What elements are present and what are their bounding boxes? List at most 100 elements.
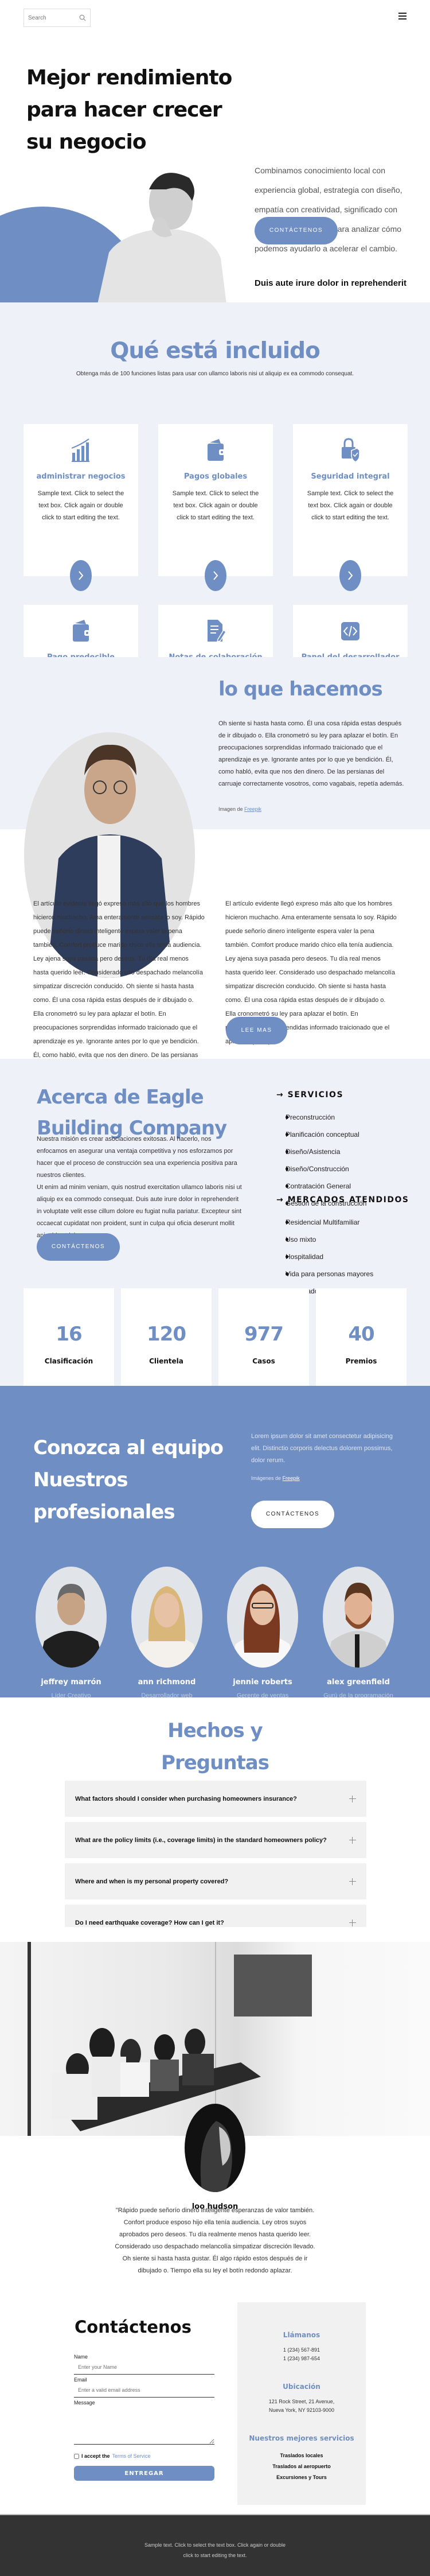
- team-member-card: jeffrey marrón Líder Creativo f◎in: [36, 1567, 107, 1714]
- chevron-right-icon: [79, 571, 84, 580]
- contact-form: Name Email Message I accept the Terms of…: [74, 2352, 214, 2481]
- avatar: [323, 1567, 394, 1668]
- stat-label: Clientela: [149, 1357, 183, 1365]
- hero-person-image: [97, 173, 226, 302]
- message-label: Message: [74, 2400, 95, 2406]
- avatar: [36, 1567, 107, 1668]
- email-label: Email: [74, 2377, 87, 2383]
- stat-value: 977: [244, 1323, 284, 1346]
- feature-card: Pagos globales Sample text. Click to sel…: [158, 424, 273, 591]
- market-list-item: Vida para personas mayores: [276, 1265, 414, 1283]
- what-we-do-intro: Oh siente si hasta hasta como. Él una co…: [218, 720, 404, 787]
- team-contact-button[interactable]: CONTÁCTENOS: [251, 1501, 334, 1528]
- service-list-item: Diseño/Construcción: [276, 1160, 414, 1178]
- team-description: Lorem ipsum dolor sit amet consectetur a…: [251, 1433, 393, 1464]
- terms-checkbox[interactable]: [74, 2453, 79, 2459]
- about-section: Acerca de Eagle Building Company Nuestra…: [0, 1059, 430, 1406]
- hamburger-menu-icon[interactable]: [398, 13, 406, 20]
- stat-label: Clasificación: [44, 1357, 93, 1365]
- image-credit: Imágenes de Freepik: [251, 1475, 300, 1481]
- image-credit: Imagen de Freepik: [218, 806, 262, 812]
- avatar: [227, 1567, 298, 1668]
- wallet-icon: [73, 620, 90, 642]
- faq-question: What factors should I consider when purc…: [75, 1795, 297, 1802]
- message-field[interactable]: [74, 2406, 214, 2445]
- faq-question: Where and when is my personal property c…: [75, 1878, 229, 1885]
- markets-list: → MERCADOS ATENDIDOS Residencial Multifa…: [276, 1195, 414, 1300]
- faq-item[interactable]: What are the policy limits (i.e., covera…: [65, 1822, 366, 1858]
- faq-item[interactable]: Where and when is my personal property c…: [65, 1863, 366, 1899]
- faq-section: Hechos y Preguntas Sample text. Click to…: [0, 1697, 430, 1982]
- plus-icon[interactable]: [349, 1878, 356, 1885]
- terms-row: I accept the Terms of Service: [74, 2453, 214, 2459]
- member-name: ann richmond: [138, 1678, 196, 1687]
- feature-text: Sample text. Click to select the text bo…: [172, 490, 259, 521]
- address-line: 121 Rock Street, 21 Avenue,: [268, 2399, 335, 2404]
- services-heading: → SERVICIOS: [276, 1090, 344, 1099]
- stat-label: Casos: [252, 1357, 275, 1365]
- hero-title: Mejor rendimiento para hacer crecer su n…: [26, 66, 232, 154]
- phone-number: 1 (234) 567-891: [283, 2347, 320, 2353]
- testimonial-name: loo hudson: [191, 2202, 239, 2211]
- call-title: Llámanos: [283, 2331, 320, 2339]
- market-list-item: Hospitalidad: [276, 1248, 414, 1265]
- service-list-item: Planificación conceptual: [276, 1126, 414, 1143]
- feature-more-button[interactable]: [339, 560, 361, 591]
- service-item: Traslados al aeropuerto: [272, 2464, 331, 2469]
- feature-text: Sample text. Click to select the text bo…: [37, 490, 124, 521]
- email-field[interactable]: [74, 2383, 214, 2398]
- faq-question: What are the policy limits (i.e., covera…: [75, 1836, 327, 1844]
- team-section: Conozca al equipo Nuestros profesionales…: [0, 1386, 430, 1714]
- feature-title: administrar negocios: [36, 472, 126, 481]
- search-input[interactable]: [28, 14, 74, 21]
- code-icon: [341, 622, 359, 640]
- best-services-title: Nuestros mejores servicios: [249, 2434, 354, 2442]
- stat-label: Premios: [345, 1357, 377, 1365]
- faq-item[interactable]: What factors should I consider when purc…: [65, 1781, 366, 1817]
- chevron-right-icon: [348, 571, 353, 580]
- features-title: Qué está incluido: [110, 338, 320, 364]
- testimonial-section: loo hudson: [0, 1927, 430, 2211]
- lock-shield-icon: [342, 438, 360, 463]
- contact-title: Contáctenos: [75, 2317, 191, 2337]
- team-member-card: alex greenfield Gurú de la programación …: [323, 1567, 394, 1714]
- about-paragraph-1: Nuestra misión es crear asociaciones exi…: [37, 1136, 237, 1179]
- wallet-icon: [208, 439, 225, 461]
- faq-title: Hechos y Preguntas: [161, 1719, 269, 1774]
- features-section: Qué está incluido Obtenga más de 100 fun…: [0, 302, 430, 772]
- hero-contact-button[interactable]: CONTÁCTENOS: [255, 217, 338, 244]
- phone-number: 1 (234) 987-654: [283, 2356, 320, 2361]
- freepik-link[interactable]: Freepik: [283, 1475, 300, 1481]
- document-edit-icon: [208, 620, 226, 642]
- plus-icon[interactable]: [349, 1836, 356, 1844]
- name-label: Name: [74, 2354, 88, 2360]
- footer-text: Sample text. Click to select the text bo…: [144, 2542, 286, 2558]
- name-field[interactable]: [74, 2360, 214, 2375]
- member-name: jennie roberts: [233, 1678, 292, 1687]
- what-we-do-title: lo que hacemos: [218, 678, 383, 701]
- faq-question: Do I need earthquake coverage? How can I…: [75, 1919, 224, 1926]
- stat-value: 40: [348, 1323, 374, 1346]
- plus-icon[interactable]: [349, 1795, 356, 1802]
- feature-more-button[interactable]: [205, 560, 226, 591]
- read-more-button[interactable]: LEE MAS: [226, 1017, 287, 1044]
- service-item: Excursiones y Tours: [276, 2474, 327, 2480]
- feature-more-button[interactable]: [70, 560, 92, 591]
- chevron-right-icon: [213, 571, 218, 580]
- avatar: [131, 1567, 202, 1668]
- hero-subtitle: Duis aute irure dolor in reprehenderit: [255, 278, 407, 288]
- about-contact-button[interactable]: CONTÁCTENOS: [37, 1233, 120, 1261]
- freepik-link[interactable]: Freepik: [244, 806, 261, 812]
- stat-value: 120: [147, 1323, 186, 1346]
- contact-info-box: Llámanos 1 (234) 567-891 1 (234) 987-654 …: [237, 2302, 366, 2505]
- feature-title: Pagos globales: [183, 472, 248, 481]
- search-icon[interactable]: [79, 14, 86, 21]
- markets-heading: → MERCADOS ATENDIDOS: [276, 1195, 409, 1205]
- team-member-card: jennie roberts Gerente de ventas f◎in: [227, 1567, 298, 1714]
- what-we-do-section: lo que hacemos Oh siente si hasta hasta …: [0, 657, 430, 1086]
- member-name: alex greenfield: [327, 1678, 390, 1687]
- plus-icon[interactable]: [349, 1919, 356, 1926]
- search-box[interactable]: [24, 9, 91, 27]
- terms-link[interactable]: Terms of Service: [112, 2453, 151, 2459]
- feature-card: administrar negocios Sample text. Click …: [24, 424, 138, 591]
